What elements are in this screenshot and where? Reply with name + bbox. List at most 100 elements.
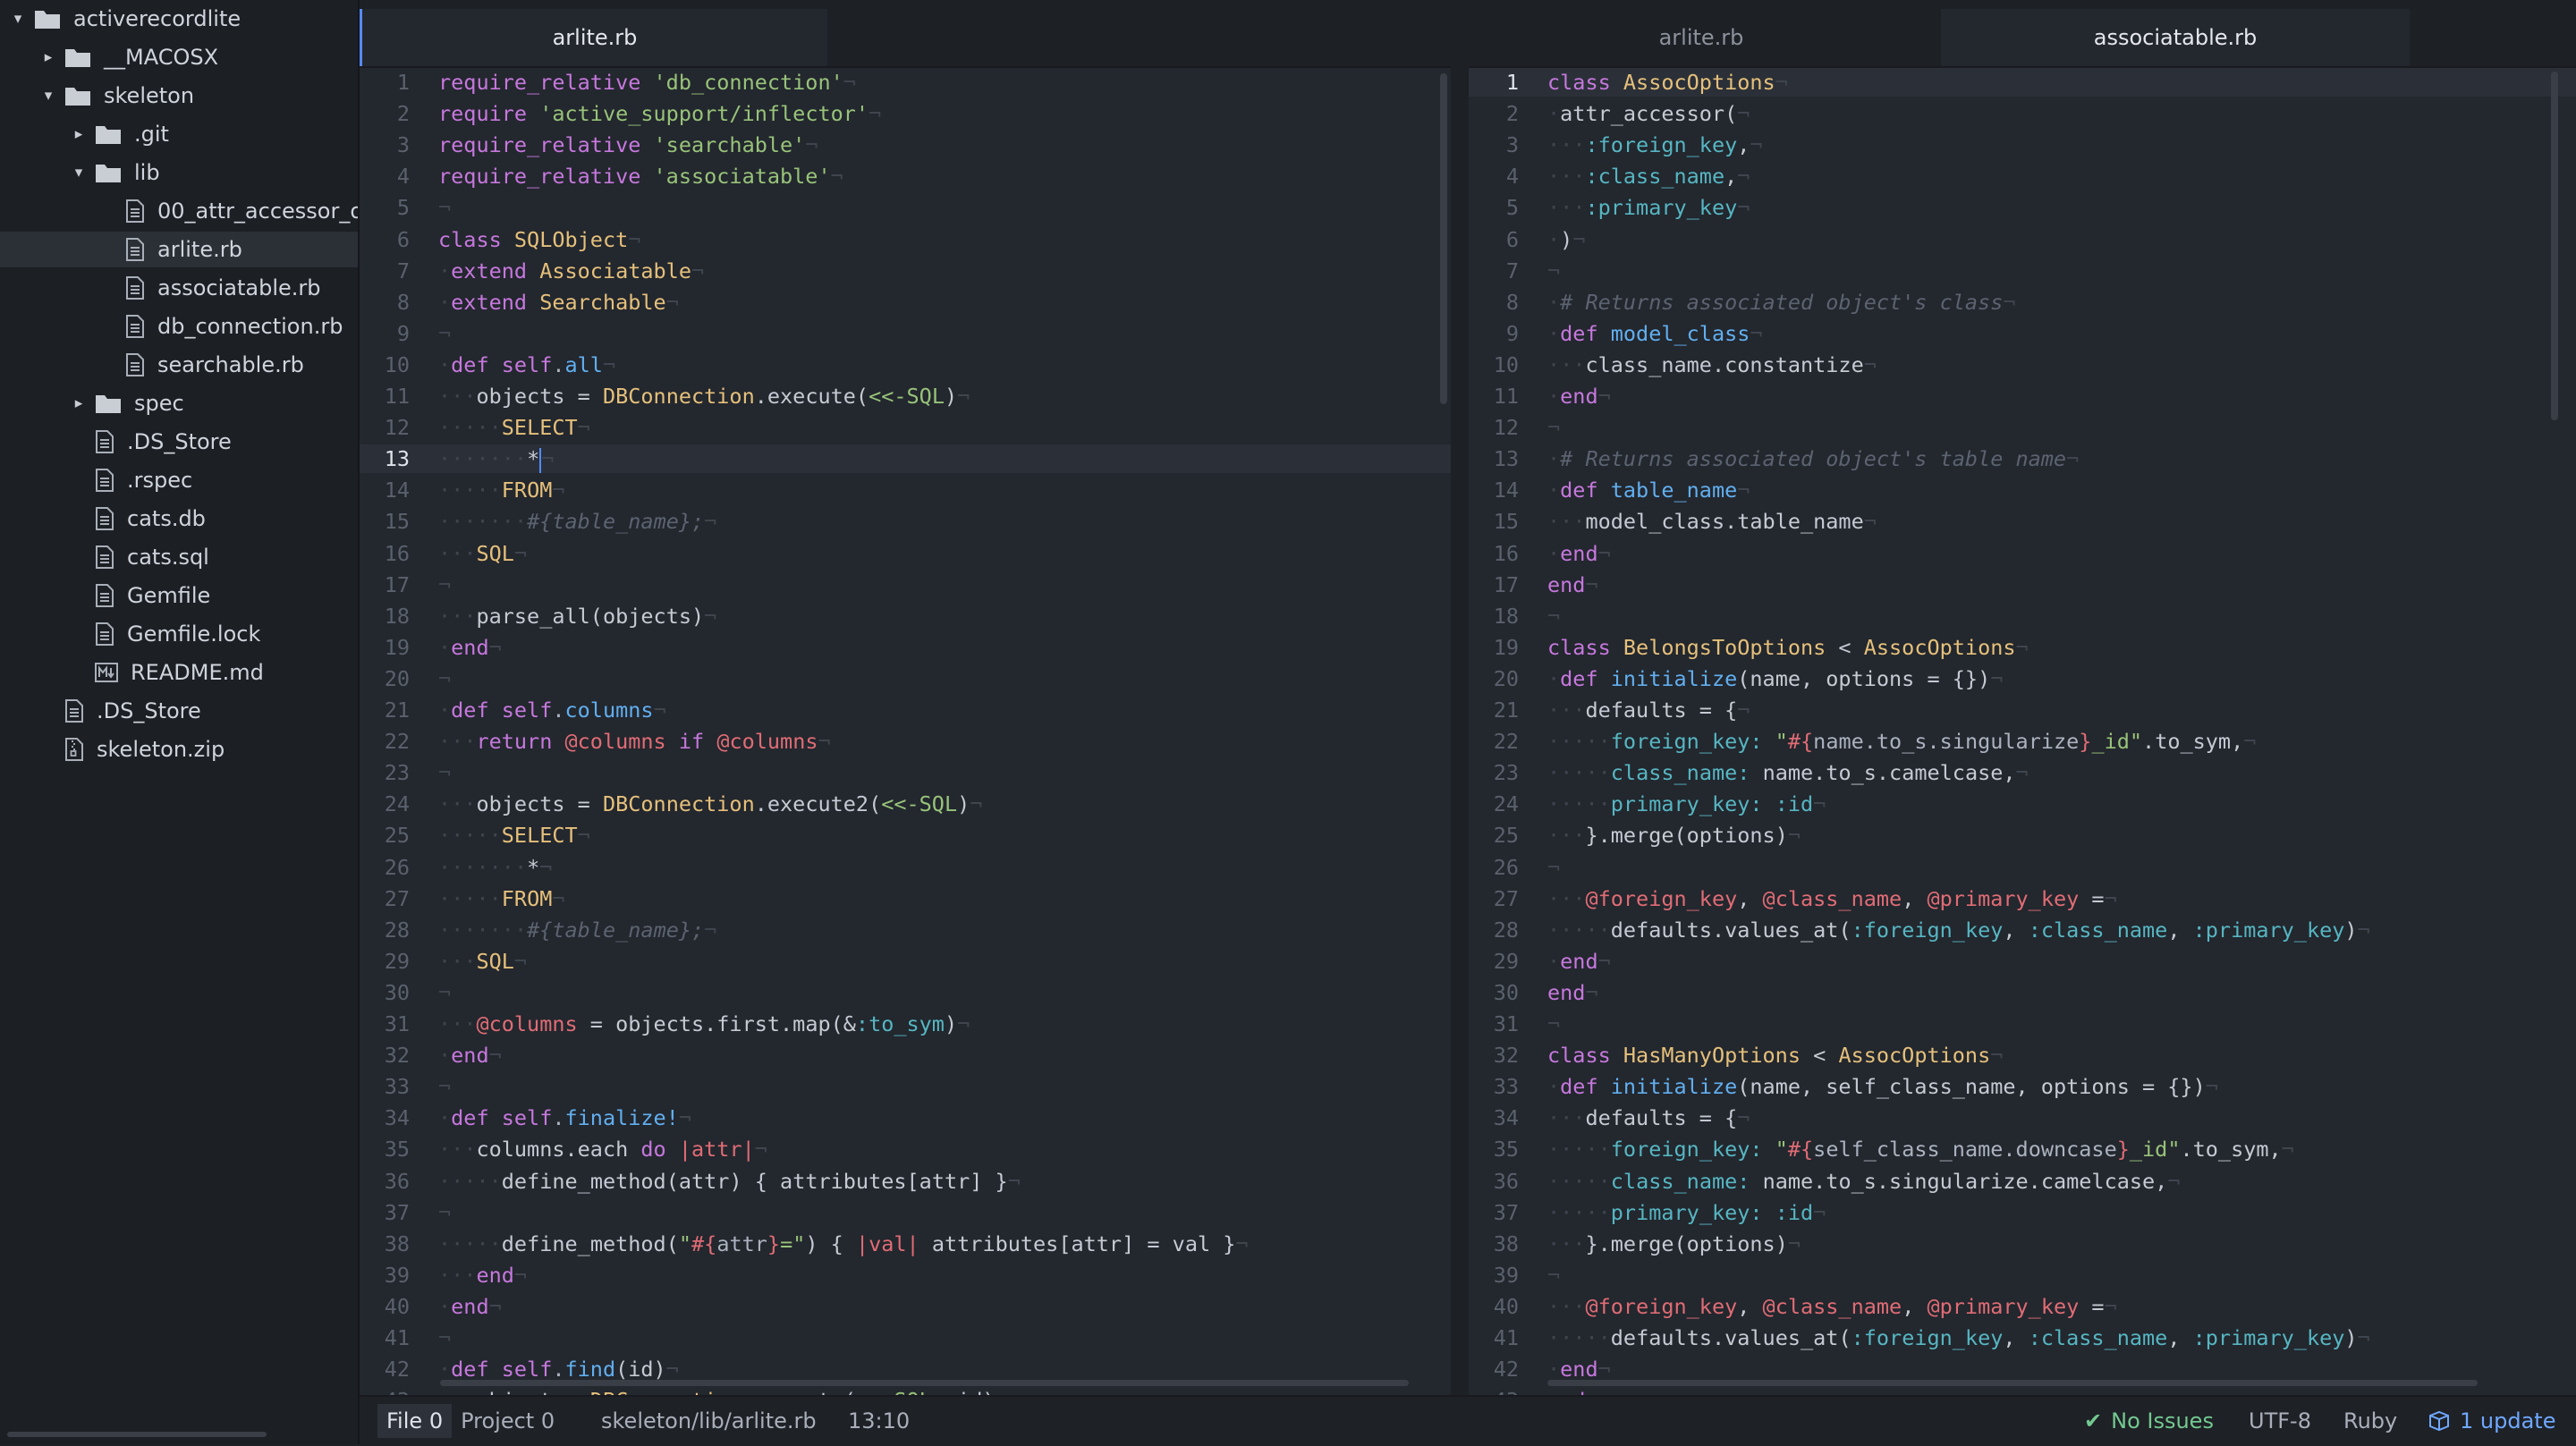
tree-file[interactable]: .rspec xyxy=(0,462,358,498)
code-editor-right[interactable]: 1 class AssocOptions¬ 2 ·attr_accessor(¬ 3 ··… xyxy=(1469,68,2576,1395)
code-line[interactable]: 11 ·end¬ xyxy=(1469,382,2576,410)
code-line[interactable]: 32 ·end¬ xyxy=(360,1041,1451,1070)
code-line[interactable]: 8 ·# Returns associated object's class¬ xyxy=(1469,288,2576,317)
code-line[interactable]: 20 ·def initialize(name, options = {})¬ xyxy=(1469,664,2576,693)
tree-file[interactable]: .DS_Store xyxy=(0,693,358,729)
code-line[interactable]: 21 ·def self.columns¬ xyxy=(360,696,1451,724)
cursor-position[interactable]: 13:10 xyxy=(848,1397,910,1444)
code-line[interactable]: 32 class HasManyOptions < AssocOptions¬ xyxy=(1469,1041,2576,1070)
code-line[interactable]: 22 ·····foreign_key: "#{name.to_s.singula… xyxy=(1469,727,2576,756)
horizontal-scrollbar[interactable] xyxy=(1547,1380,2478,1386)
chevron-right-icon[interactable]: ▸ xyxy=(38,48,59,66)
code-line[interactable]: 36 ·····define_method(attr) { attributes[… xyxy=(360,1167,1451,1196)
project-issue-count[interactable]: Project 0 xyxy=(452,1404,564,1438)
code-line[interactable]: 17 end¬ xyxy=(1469,571,2576,599)
tree-horizontal-scrollbar[interactable] xyxy=(7,1432,267,1437)
code-line[interactable]: 12 ·····SELECT¬ xyxy=(360,413,1451,442)
tree-file[interactable]: README.md xyxy=(0,655,358,690)
code-line[interactable]: 25 ·····SELECT¬ xyxy=(360,821,1451,850)
pane-divider[interactable] xyxy=(1451,0,1469,1395)
code-line[interactable]: 10 ···class_name.constantize¬ xyxy=(1469,351,2576,379)
code-line[interactable]: 13 ·······*¬ xyxy=(360,444,1451,474)
code-line[interactable]: 4 ···:class_name,¬ xyxy=(1469,162,2576,190)
linter-status[interactable]: ✔ No Issues xyxy=(2084,1397,2214,1444)
code-line[interactable]: 31 ¬ xyxy=(1469,1010,2576,1038)
code-editor-left[interactable]: 1 require_relative 'db_connection'¬ 2 requi… xyxy=(360,68,1451,1395)
file-issue-count[interactable]: File 0 xyxy=(377,1403,453,1438)
code-line[interactable]: 30 ¬ xyxy=(360,978,1451,1007)
tree-file[interactable]: Gemfile.lock xyxy=(0,616,358,652)
tree-folder[interactable]: ▾ lib xyxy=(0,155,358,190)
code-line[interactable]: 13 ·# Returns associated object's table n… xyxy=(1469,444,2576,473)
code-line[interactable]: 39 ···end¬ xyxy=(360,1261,1451,1290)
code-line[interactable]: 15 ···model_class.table_name¬ xyxy=(1469,507,2576,536)
code-line[interactable]: 21 ···defaults = {¬ xyxy=(1469,696,2576,724)
tree-file[interactable]: searchable.rb xyxy=(0,347,358,383)
vertical-scrollbar[interactable] xyxy=(1440,73,1447,404)
code-line[interactable]: 27 ·····FROM¬ xyxy=(360,884,1451,913)
tab-arlite-rb[interactable]: arlite.rb xyxy=(360,9,827,66)
tree-folder[interactable]: ▾ skeleton xyxy=(0,78,358,114)
grammar-selector[interactable]: Ruby xyxy=(2343,1397,2397,1444)
code-line[interactable]: 9 ¬ xyxy=(360,319,1451,348)
tree-file[interactable]: db_connection.rb xyxy=(0,309,358,344)
chevron-down-icon[interactable]: ▾ xyxy=(38,87,59,105)
code-line[interactable]: 15 ·······#{table_name};¬ xyxy=(360,507,1451,536)
code-line[interactable]: 33 ¬ xyxy=(360,1072,1451,1101)
code-line[interactable]: 19 class BelongsToOptions < AssocOptions¬ xyxy=(1469,633,2576,662)
code-line[interactable]: 7 ·extend Associatable¬ xyxy=(360,257,1451,285)
tree-folder[interactable]: ▾ activerecordlite xyxy=(0,1,358,37)
code-line[interactable]: 34 ·def self.finalize!¬ xyxy=(360,1104,1451,1132)
file-path[interactable]: skeleton/lib/arlite.rb xyxy=(601,1397,817,1444)
vertical-scrollbar[interactable] xyxy=(2551,72,2558,420)
code-line[interactable]: 11 ···objects = DBConnection.execute(<<-S… xyxy=(360,382,1451,410)
tree-file[interactable]: cats.sql xyxy=(0,539,358,575)
tab-arlite-rb-right[interactable]: arlite.rb xyxy=(1469,9,1934,66)
horizontal-scrollbar[interactable] xyxy=(440,1380,1409,1386)
tree-file[interactable]: associatable.rb xyxy=(0,270,358,306)
code-line[interactable]: 38 ·····define_method("#{attr}=") { |val|… xyxy=(360,1230,1451,1258)
tree-file[interactable]: .DS_Store xyxy=(0,424,358,460)
code-line[interactable]: 6 ·)¬ xyxy=(1469,225,2576,254)
code-line[interactable]: 20 ¬ xyxy=(360,664,1451,693)
code-line[interactable]: 28 ·····defaults.values_at(:foreign_key, … xyxy=(1469,916,2576,944)
code-line[interactable]: 41 ¬ xyxy=(360,1323,1451,1352)
code-line[interactable]: 14 ·def table_name¬ xyxy=(1469,476,2576,504)
code-line[interactable]: 29 ···SQL¬ xyxy=(360,947,1451,976)
code-line[interactable]: 28 ·······#{table_name};¬ xyxy=(360,916,1451,944)
code-line[interactable]: 43 ···object = DBConnection.execute(<<-SQ… xyxy=(360,1386,1451,1395)
code-line[interactable]: 10 ·def self.all¬ xyxy=(360,351,1451,379)
code-line[interactable]: 40 ···@foreign_key, @class_name, @primary… xyxy=(1469,1292,2576,1321)
code-line[interactable]: 35 ···columns.each do |attr|¬ xyxy=(360,1135,1451,1163)
code-line[interactable]: 39 ¬ xyxy=(1469,1261,2576,1290)
code-line[interactable]: 37 ·····primary_key: :id¬ xyxy=(1469,1198,2576,1227)
tree-file[interactable]: Gemfile xyxy=(0,578,358,613)
chevron-right-icon[interactable]: ▸ xyxy=(68,125,89,143)
code-line[interactable]: 16 ·end¬ xyxy=(1469,539,2576,568)
code-line[interactable]: 24 ·····primary_key: :id¬ xyxy=(1469,790,2576,818)
code-line[interactable]: 18 ¬ xyxy=(1469,602,2576,630)
code-line[interactable]: 35 ·····foreign_key: "#{self_class_name.d… xyxy=(1469,1135,2576,1163)
code-line[interactable]: 40 ·end¬ xyxy=(360,1292,1451,1321)
code-line[interactable]: 7 ¬ xyxy=(1469,257,2576,285)
code-line[interactable]: 33 ·def initialize(name, self_class_name,… xyxy=(1469,1072,2576,1101)
tree-file[interactable]: skeleton.zip xyxy=(0,731,358,767)
file-issues-tab[interactable]: File 0 Project 0 xyxy=(377,1397,564,1444)
chevron-down-icon[interactable]: ▾ xyxy=(68,164,89,182)
update-notice[interactable]: 1 update xyxy=(2428,1397,2555,1444)
code-line[interactable]: 22 ···return @columns if @columns¬ xyxy=(360,727,1451,756)
encoding-selector[interactable]: UTF-8 xyxy=(2249,1397,2311,1444)
code-line[interactable]: 41 ·····defaults.values_at(:foreign_key, … xyxy=(1469,1323,2576,1352)
code-line[interactable]: 1 require_relative 'db_connection'¬ xyxy=(360,68,1451,97)
code-line[interactable]: 3 require_relative 'searchable'¬ xyxy=(360,131,1451,159)
code-line[interactable]: 23 ¬ xyxy=(360,758,1451,787)
chevron-right-icon[interactable]: ▸ xyxy=(68,394,89,412)
code-line[interactable]: 43 end¬ xyxy=(1469,1386,2576,1395)
code-line[interactable]: 4 require_relative 'associatable'¬ xyxy=(360,162,1451,190)
code-line[interactable]: 37 ¬ xyxy=(360,1198,1451,1227)
code-line[interactable]: 5 ¬ xyxy=(360,193,1451,222)
code-line[interactable]: 12 ¬ xyxy=(1469,413,2576,442)
code-line[interactable]: 36 ·····class_name: name.to_s.singularize… xyxy=(1469,1167,2576,1196)
chevron-down-icon[interactable]: ▾ xyxy=(7,10,29,28)
code-line[interactable]: 18 ···parse_all(objects)¬ xyxy=(360,602,1451,630)
